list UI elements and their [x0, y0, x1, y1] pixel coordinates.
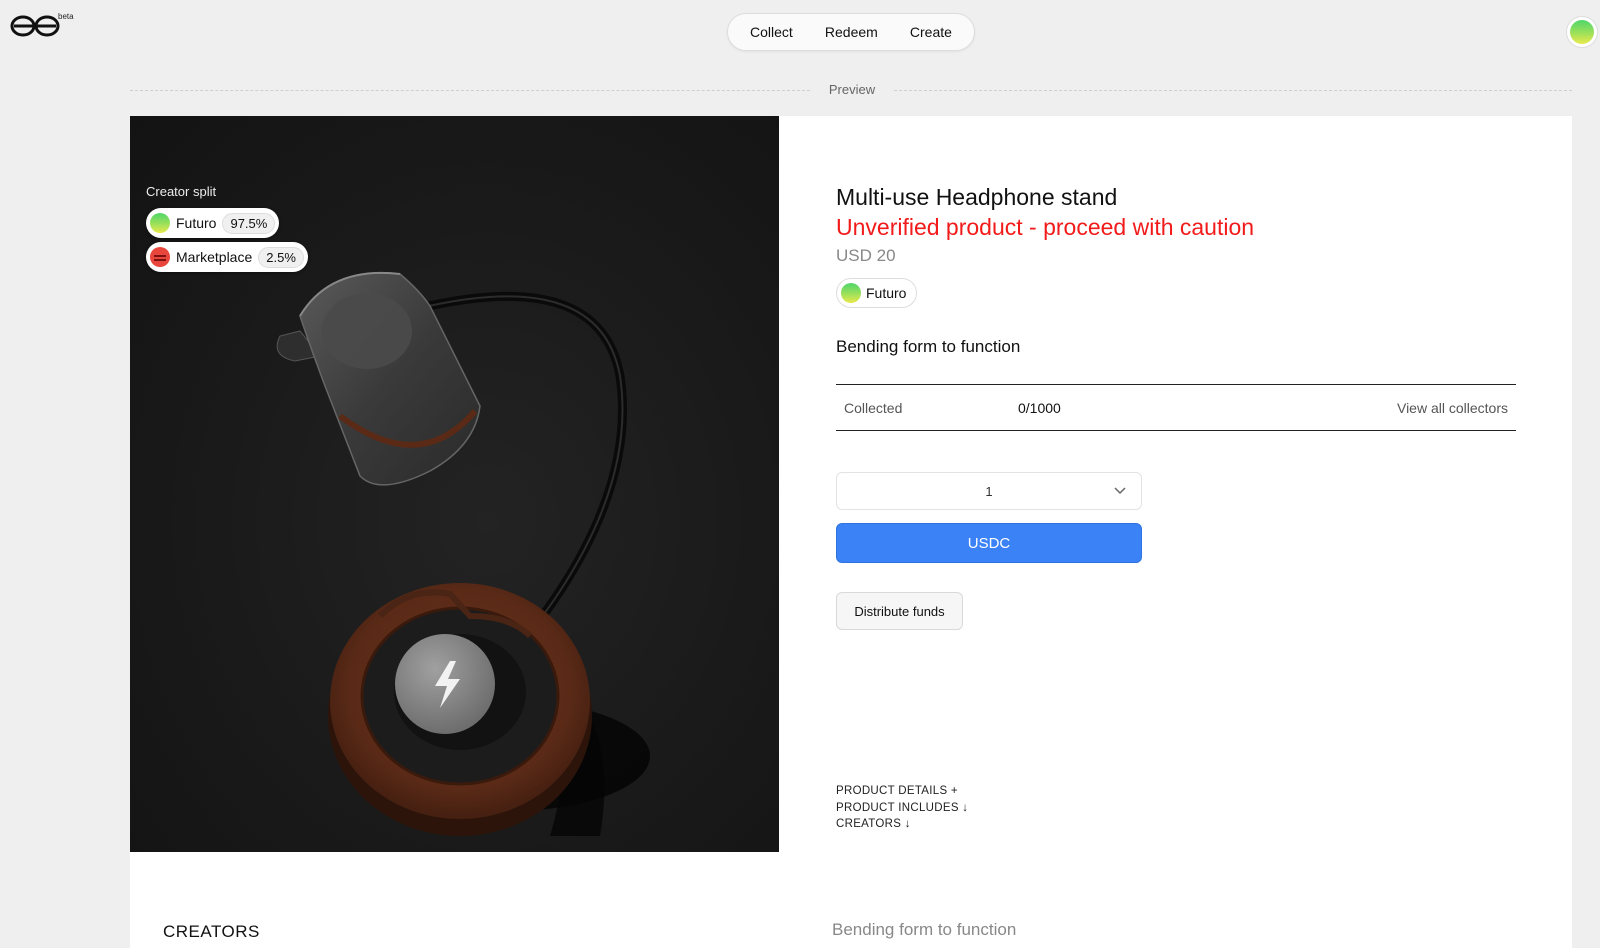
brand-logo-icon[interactable] [10, 14, 60, 38]
product-media: Creator split Futuro 97.5% Marketplace 2… [130, 116, 779, 852]
preview-divider: Preview [130, 80, 1572, 100]
split-name: Futuro [176, 215, 217, 231]
creator-chip[interactable]: Futuro [836, 278, 918, 308]
divider-line-right [894, 90, 1572, 91]
top-navigation: Collect Redeem Create [727, 13, 975, 51]
split-percent: 97.5% [222, 212, 276, 234]
split-percent: 2.5% [258, 246, 304, 268]
accordion-product-details[interactable]: PRODUCT DETAILS + [836, 783, 968, 800]
collected-row: Collected 0/1000 View all collectors [836, 384, 1516, 431]
split-chip-marketplace[interactable]: Marketplace 2.5% [146, 242, 308, 272]
product-card: Creator split Futuro 97.5% Marketplace 2… [130, 116, 1572, 948]
collected-count: 0/1000 [1018, 400, 1061, 416]
split-chip-futuro[interactable]: Futuro 97.5% [146, 208, 280, 238]
chevron-down-icon [1114, 487, 1126, 495]
creators-heading: CREATORS [163, 922, 260, 941]
futuro-avatar-icon [841, 283, 861, 303]
product-accordion: PRODUCT DETAILS + PRODUCT INCLUDES ↓ CRE… [836, 783, 968, 833]
nav-create[interactable]: Create [910, 24, 952, 40]
product-title: Multi-use Headphone stand [836, 184, 1118, 210]
view-all-collectors-link[interactable]: View all collectors [1397, 400, 1508, 416]
accordion-creators[interactable]: CREATORS ↓ [836, 816, 968, 833]
product-tagline: Bending form to function [836, 337, 1021, 356]
user-avatar[interactable] [1566, 16, 1598, 48]
creator-name: Futuro [866, 285, 907, 301]
unverified-warning: Unverified product - proceed with cautio… [836, 214, 1255, 240]
quantity-select[interactable]: 1 [836, 472, 1142, 510]
split-name: Marketplace [176, 249, 253, 265]
distribute-funds-button[interactable]: Distribute funds [836, 592, 963, 630]
bottom-tagline: Bending form to function [832, 920, 1017, 939]
preview-label: Preview [828, 82, 876, 97]
accordion-product-includes[interactable]: PRODUCT INCLUDES ↓ [836, 800, 968, 817]
nav-collect[interactable]: Collect [750, 24, 793, 40]
nav-redeem[interactable]: Redeem [825, 24, 878, 40]
pay-usdc-button[interactable]: USDC [836, 523, 1142, 563]
divider-line-left [130, 90, 810, 91]
futuro-avatar-icon [150, 213, 170, 233]
creator-split-title: Creator split [146, 184, 217, 199]
collected-label: Collected [844, 400, 903, 416]
avatar-gradient-icon [1570, 20, 1594, 44]
marketplace-avatar-icon [150, 247, 170, 267]
quantity-value: 1 [985, 483, 993, 499]
beta-label: beta [58, 12, 74, 21]
product-price: USD 20 [836, 246, 896, 265]
